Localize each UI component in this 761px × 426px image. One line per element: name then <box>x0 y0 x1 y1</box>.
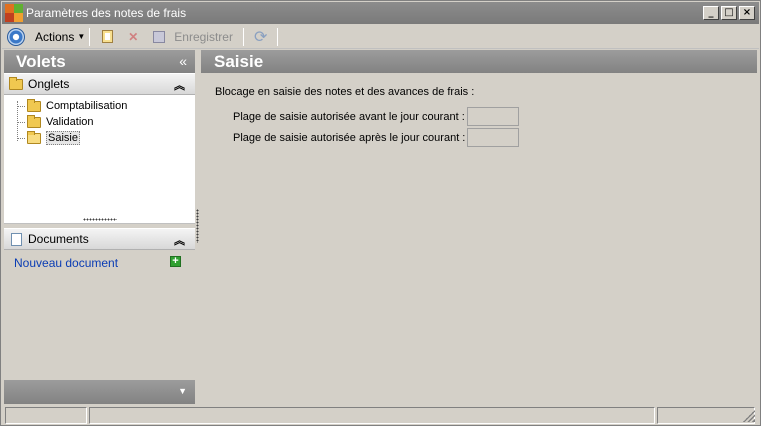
documents-section-header[interactable]: Documents ︽ <box>4 228 195 250</box>
app-logo-icon <box>5 4 23 22</box>
maximize-button[interactable]: □ <box>721 6 737 20</box>
collapse-section-icon[interactable]: ︽ <box>174 232 185 248</box>
tree-item-saisie[interactable]: Saisie <box>5 130 195 146</box>
chevron-down-icon[interactable]: ▼ <box>178 386 187 396</box>
folder-icon <box>9 76 23 90</box>
window-title: Paramètres des notes de frais <box>26 6 187 20</box>
new-document-icon <box>101 30 113 43</box>
form-row-before: Plage de saisie autorisée avant le jour … <box>233 107 519 126</box>
range-before-input[interactable] <box>467 107 519 126</box>
floppy-icon <box>153 30 166 43</box>
tree-item-label: Comptabilisation <box>46 100 128 112</box>
toolbar-separator <box>277 27 279 46</box>
add-icon[interactable]: + <box>170 256 181 267</box>
content-title: Saisie <box>214 51 264 71</box>
close-button[interactable]: × <box>739 6 755 20</box>
vertical-splitter-handle[interactable] <box>196 209 199 243</box>
folder-open-icon <box>27 130 41 144</box>
resize-grip-icon[interactable] <box>743 410 755 422</box>
status-bar <box>2 405 759 425</box>
toolbar-separator <box>242 27 244 46</box>
folder-icon <box>27 98 41 112</box>
refresh-icon[interactable]: ⟳ <box>254 27 267 47</box>
settings-window: Paramètres des notes de frais _ □ × Acti… <box>0 0 761 426</box>
navigation-icon[interactable] <box>7 27 25 46</box>
minimize-button[interactable]: _ <box>703 6 719 20</box>
panel-header: Volets « <box>4 50 195 73</box>
form-row-after: Plage de saisie autorisée après le jour … <box>233 128 519 147</box>
tree-item-validation[interactable]: Validation <box>5 114 195 130</box>
tree-item-comptabilisation[interactable]: Comptabilisation <box>5 98 195 114</box>
tabs-tree: Comptabilisation Validation Saisie <box>4 95 195 216</box>
collapse-panel-icon[interactable]: « <box>179 53 187 69</box>
delete-button[interactable]: ✕ <box>125 29 141 45</box>
documents-body: Nouveau document + <box>4 250 195 395</box>
new-document-link[interactable]: Nouveau document <box>14 256 118 270</box>
content-header: Saisie <box>201 50 757 73</box>
save-button[interactable]: Enregistrer <box>174 30 233 44</box>
document-icon <box>11 232 22 246</box>
panel-title: Volets <box>16 51 66 71</box>
side-panel: Volets « Onglets ︽ Comptabilisation Vali… <box>4 50 195 404</box>
toolbar: Actions ▼ ✕ Enregistrer ⟳ <box>2 25 759 49</box>
actions-label: Actions <box>35 29 75 44</box>
caret-down-icon: ▼ <box>77 32 86 41</box>
status-panel <box>5 406 87 424</box>
delete-icon: ✕ <box>128 29 139 44</box>
range-after-input[interactable] <box>467 128 519 147</box>
panel-footer: ▼ <box>4 380 195 404</box>
collapse-section-icon[interactable]: ︽ <box>174 77 185 93</box>
documents-section-label: Documents <box>28 232 89 246</box>
actions-menu-button[interactable]: Actions ▼ <box>35 30 85 44</box>
save-icon[interactable] <box>151 29 167 45</box>
new-item-button[interactable] <box>99 29 115 45</box>
field-label-after: Plage de saisie autorisée après le jour … <box>233 131 466 144</box>
status-panel <box>89 406 655 424</box>
tree-item-label: Saisie <box>46 131 80 145</box>
horizontal-splitter-handle[interactable] <box>4 216 195 224</box>
status-panel <box>657 406 755 424</box>
content-panel: Saisie Blocage en saisie des notes et de… <box>201 50 757 404</box>
form-heading: Blocage en saisie des notes et des avanc… <box>215 86 475 98</box>
toolbar-separator <box>89 27 91 46</box>
title-bar[interactable]: Paramètres des notes de frais _ □ × <box>2 2 759 24</box>
folder-icon <box>27 114 41 128</box>
field-label-before: Plage de saisie autorisée avant le jour … <box>233 110 465 123</box>
tree-item-label: Validation <box>46 116 94 128</box>
tabs-section-header[interactable]: Onglets ︽ <box>4 73 195 95</box>
tabs-section-label: Onglets <box>28 77 70 91</box>
